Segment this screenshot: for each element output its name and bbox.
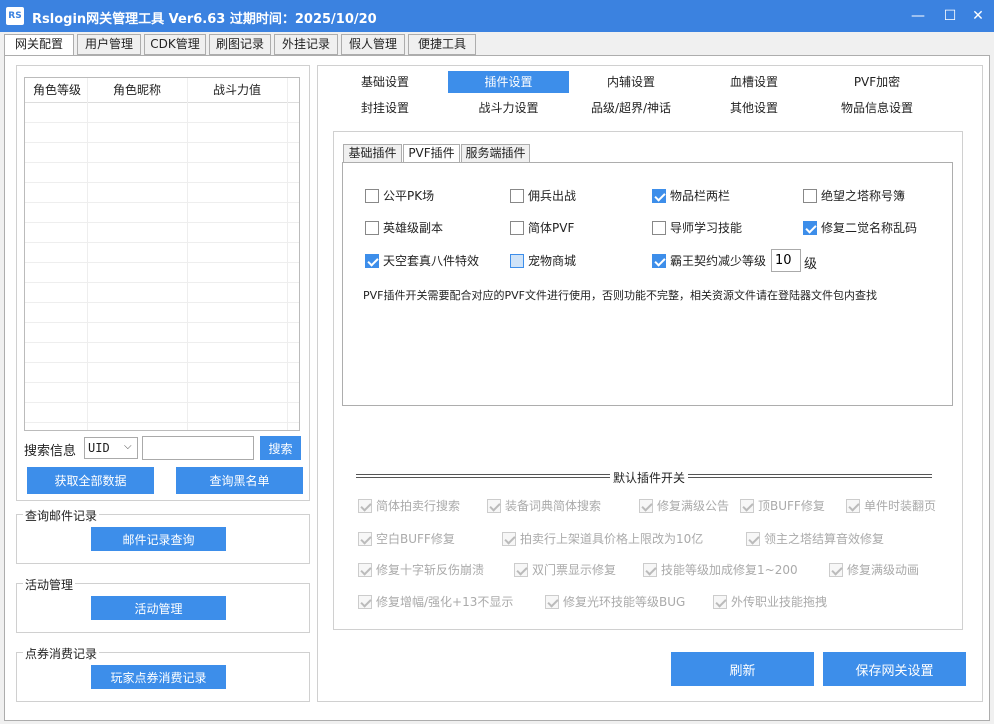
tab-farming-records[interactable]: 刷图记录 <box>209 34 271 55</box>
plugin-tab-basic[interactable]: 基础插件 <box>343 144 402 163</box>
activity-management-button[interactable]: 活动管理 <box>91 596 226 620</box>
tab-gateway-config[interactable]: 网关配置 <box>4 34 74 56</box>
settings-tab-basic[interactable]: 基础设置 <box>331 71 439 93</box>
settings-tab-other[interactable]: 其他设置 <box>700 97 808 119</box>
contract-level-input[interactable] <box>771 249 801 272</box>
settings-tab-assist[interactable]: 内辅设置 <box>577 71 685 93</box>
tab-cdk-management[interactable]: CDK管理 <box>144 34 206 55</box>
chevron-down-icon: ⌵ <box>124 441 132 452</box>
grid-row-line <box>25 142 299 143</box>
plugin-tab-server[interactable]: 服务端插件 <box>461 144 530 163</box>
defaults-title: 默认插件开关 <box>610 469 689 486</box>
settings-tab-grade[interactable]: 品级/超界/神话 <box>577 97 685 119</box>
refresh-button[interactable]: 刷新 <box>671 652 814 686</box>
column-header-nickname[interactable]: 角色昵称 <box>105 78 161 102</box>
app-icon: RS <box>6 7 24 25</box>
grid-row-line <box>25 302 299 303</box>
search-type-value: UID <box>88 441 110 455</box>
grid-row-line <box>25 362 299 363</box>
tab-quick-tools[interactable]: 便捷工具 <box>408 34 476 55</box>
column-header-power[interactable]: 战斗力值 <box>205 78 261 102</box>
points-group-title: 点券消费记录 <box>23 645 100 662</box>
tab-cheat-records[interactable]: 外挂记录 <box>274 34 338 55</box>
grid-row-line <box>25 242 299 243</box>
minimize-icon[interactable]: — <box>908 6 928 26</box>
grid-row-line <box>25 162 299 163</box>
grid-row-line <box>25 402 299 403</box>
grid-row-line <box>25 322 299 323</box>
grid-row-line <box>25 382 299 383</box>
grid-col-line <box>287 78 288 430</box>
plugin-tab-pvf[interactable]: PVF插件 <box>403 144 460 164</box>
level-unit-label: 级 <box>804 257 818 272</box>
pvf-note: PVF插件开关需要配合对应的PVF文件进行使用，否则功能不完整，相关资源文件请在… <box>363 289 877 302</box>
window-title: Rslogin网关管理工具 Ver6.63 过期时间：2025/10/20 <box>32 12 377 27</box>
grid-row-line <box>25 282 299 283</box>
grid-row-line <box>25 122 299 123</box>
settings-tab-power[interactable]: 战斗力设置 <box>448 97 569 119</box>
grid-row-line <box>25 202 299 203</box>
settings-tab-pvf-encrypt[interactable]: PVF加密 <box>823 71 931 93</box>
grid-row-line <box>25 422 299 423</box>
points-records-button[interactable]: 玩家点券消费记录 <box>91 665 226 689</box>
search-button[interactable]: 搜索 <box>260 436 301 460</box>
maximize-icon[interactable]: ☐ <box>940 6 960 26</box>
settings-tab-anticheat[interactable]: 封挂设置 <box>331 97 439 119</box>
search-input[interactable] <box>142 436 254 460</box>
search-label: 搜索信息 <box>24 444 77 459</box>
header-divider <box>25 102 299 103</box>
settings-tab-item-info[interactable]: 物品信息设置 <box>823 97 931 119</box>
grid-row-line <box>25 262 299 263</box>
mail-group-title: 查询邮件记录 <box>23 507 100 524</box>
grid-row-line <box>25 182 299 183</box>
query-blacklist-button[interactable]: 查询黑名单 <box>176 467 303 494</box>
grid-row-line <box>25 342 299 343</box>
search-type-select[interactable]: UID ⌵ <box>84 437 138 459</box>
grid-row-line <box>25 222 299 223</box>
character-table[interactable]: 角色等级 角色昵称 战斗力值 <box>24 77 300 431</box>
tab-user-management[interactable]: 用户管理 <box>77 34 141 55</box>
grid-col-line <box>187 78 188 430</box>
settings-tab-hpbar[interactable]: 血槽设置 <box>700 71 808 93</box>
title-bar: RS Rslogin网关管理工具 Ver6.63 过期时间：2025/10/20… <box>0 0 994 32</box>
mail-records-button[interactable]: 邮件记录查询 <box>91 527 226 551</box>
tab-bot-management[interactable]: 假人管理 <box>341 34 405 55</box>
get-all-data-button[interactable]: 获取全部数据 <box>27 467 154 494</box>
save-gateway-settings-button[interactable]: 保存网关设置 <box>823 652 966 686</box>
column-header-level[interactable]: 角色等级 <box>25 78 81 102</box>
grid-col-line <box>87 78 88 430</box>
close-icon[interactable]: ✕ <box>968 6 988 26</box>
activity-group-title: 活动管理 <box>23 576 76 593</box>
settings-tab-plugins[interactable]: 插件设置 <box>448 71 569 93</box>
